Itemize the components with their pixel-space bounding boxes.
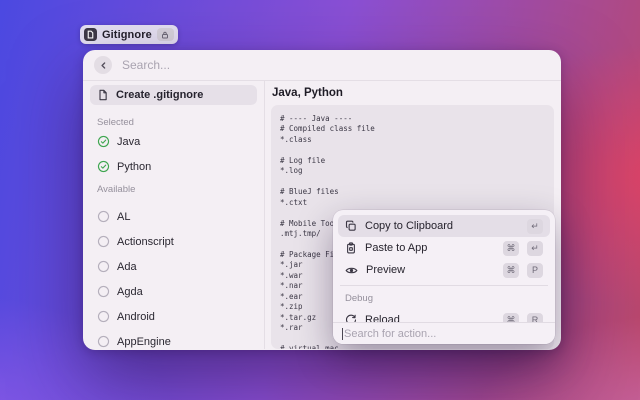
circle-icon	[97, 335, 110, 348]
sidebar-item-label: AppEngine	[117, 336, 171, 348]
sidebar-item-appengine[interactable]: AppEngine	[90, 329, 257, 350]
sidebar-item-agda[interactable]: Agda	[90, 279, 257, 304]
sidebar-item-label: Ada	[117, 261, 137, 273]
panel-divider	[340, 285, 548, 286]
kbd-return: ↵	[527, 219, 543, 234]
sidebar-item-label: Agda	[117, 286, 143, 298]
sidebar-item-label: Actionscript	[117, 236, 174, 248]
eye-icon	[345, 264, 358, 277]
sidebar-item-al[interactable]: AL	[90, 204, 257, 229]
action-copy-to-clipboard[interactable]: Copy to Clipboard ↵	[338, 215, 550, 237]
circle-icon	[97, 260, 110, 273]
circle-icon	[97, 235, 110, 248]
copy-icon	[345, 220, 357, 232]
sidebar-item-label: Java	[117, 136, 140, 148]
sidebar-item-java[interactable]: Java	[90, 129, 257, 154]
sidebar: Create .gitignore Selected Java Python	[83, 81, 265, 349]
paste-icon	[345, 242, 357, 254]
sidebar-item-android[interactable]: Android	[90, 304, 257, 329]
action-preview[interactable]: Preview ⌘ P	[338, 259, 550, 281]
text-caret	[342, 328, 343, 340]
section-header-available: Available	[97, 184, 250, 196]
action-search-bar	[333, 322, 555, 344]
sidebar-item-ada[interactable]: Ada	[90, 254, 257, 279]
action-label: Copy to Clipboard	[365, 220, 453, 232]
extension-tag-label: Gitignore	[102, 29, 152, 41]
sidebar-item-label: Android	[117, 311, 155, 323]
action-paste-to-app[interactable]: Paste to App ⌘ ↵	[338, 237, 550, 259]
back-button[interactable]	[94, 56, 112, 74]
check-circle-icon	[97, 160, 110, 173]
kbd-p: P	[527, 263, 543, 278]
document-icon	[97, 89, 109, 101]
action-label: Preview	[366, 264, 405, 276]
extension-tag[interactable]: Gitignore	[80, 25, 178, 44]
circle-icon	[97, 285, 110, 298]
kbd-return: ↵	[527, 241, 543, 256]
circle-icon	[97, 310, 110, 323]
sidebar-item-create-gitignore[interactable]: Create .gitignore	[90, 85, 257, 105]
search-bar	[83, 50, 561, 81]
kbd-cmd: ⌘	[503, 241, 519, 256]
action-label: Paste to App	[365, 242, 427, 254]
sidebar-item-label: Python	[117, 161, 151, 173]
circle-icon	[97, 210, 110, 223]
lock-icon	[157, 28, 174, 41]
sidebar-item-label: Create .gitignore	[116, 89, 203, 101]
gitignore-app-icon	[84, 28, 97, 41]
sidebar-item-actionscript[interactable]: Actionscript	[90, 229, 257, 254]
section-header-debug: Debug	[345, 293, 543, 305]
kbd-cmd: ⌘	[503, 263, 519, 278]
action-panel: Copy to Clipboard ↵ Paste to App ⌘ ↵ Pre…	[333, 210, 555, 344]
sidebar-item-label: AL	[117, 211, 130, 223]
sidebar-item-python[interactable]: Python	[90, 154, 257, 179]
search-input[interactable]	[122, 58, 550, 72]
section-header-selected: Selected	[97, 117, 250, 129]
detail-title: Java, Python	[272, 87, 554, 99]
check-circle-icon	[97, 135, 110, 148]
action-search-input[interactable]	[344, 328, 546, 340]
